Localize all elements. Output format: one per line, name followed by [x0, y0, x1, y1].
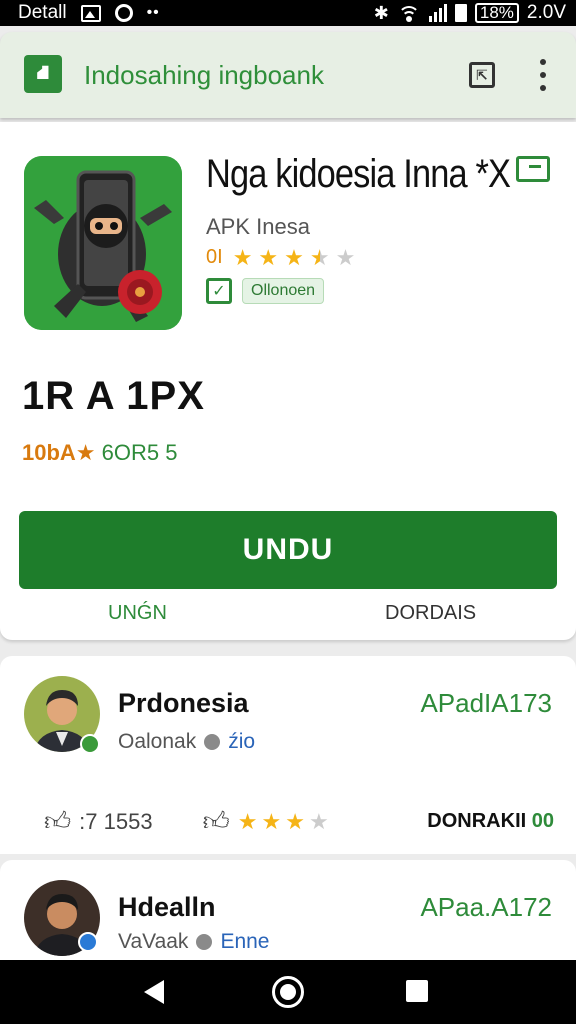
badge-row: ✓ Ollonoen	[206, 278, 325, 304]
verified-badge-icon	[78, 932, 98, 952]
status-time: 2.0V	[526, 2, 566, 23]
reviewer-name: Hdealln	[118, 892, 216, 922]
wifi-icon	[397, 4, 421, 22]
review-stars: ★ ★ ★ ★	[237, 808, 329, 834]
review-app-label: APaa.A172	[420, 892, 552, 922]
more-dots-icon: ••	[146, 4, 160, 21]
price-label: 1R A 1PX	[22, 374, 205, 418]
developer-name[interactable]: APK Inesa	[206, 214, 310, 240]
review-action-label: DONRAKII	[427, 810, 527, 832]
install-button[interactable]: UNDU	[19, 511, 557, 589]
image-icon	[80, 4, 101, 22]
reviewer-subtitle: Oalonak źio	[118, 730, 255, 754]
navigation-bar	[0, 960, 576, 1024]
reviewer-subtitle: VaVaak Enne	[118, 930, 269, 954]
location-pin-icon	[196, 934, 213, 950]
meta-extra: 6OR5 5	[101, 440, 178, 465]
store-logo-icon: ⛘	[24, 55, 62, 93]
review-action-num: 00	[531, 810, 554, 832]
reviewer-location: źio	[228, 730, 256, 753]
battery-icon	[454, 4, 467, 22]
helpful-count: :7 1553	[79, 808, 153, 834]
wishlist-icon[interactable]	[516, 156, 550, 182]
ninja-mascot-icon	[24, 156, 182, 330]
empty-star-icon: ★	[335, 244, 356, 270]
reviewer-location: Enne	[220, 930, 270, 953]
review-card: Prdonesia Oalonak źio APadIA173 👍︎ :7 15…	[0, 656, 576, 854]
star-icon: ★	[258, 244, 279, 270]
meta-row: 10bA★ 6OR5 5	[22, 440, 177, 466]
check-icon: ✓	[206, 278, 232, 304]
signal-icon	[428, 4, 447, 22]
battery-percent: 18%	[474, 3, 519, 23]
reviewer-handle: VaVaak	[118, 930, 189, 953]
app-name: Nga kidoesia Inna *X	[206, 152, 511, 196]
empty-star-icon: ★	[308, 808, 329, 834]
app-bar: ⛘ Indosahing ingboank ⇱	[0, 32, 576, 118]
review-footer: 👍︎ :7 1553 👍︎ ★ ★ ★ ★ DONRAKII 00	[44, 806, 554, 837]
thumbs-up-icon[interactable]: 👍︎	[44, 806, 71, 837]
star-icon: ★	[261, 808, 282, 834]
meta-rating: 10bA★	[22, 440, 96, 465]
bluetooth-icon: ✱	[373, 2, 389, 23]
verified-badge-icon	[80, 734, 100, 754]
open-external-icon[interactable]: ⇱	[469, 62, 495, 88]
review-app-label: APadIA173	[420, 688, 552, 718]
star-icon: ★	[284, 244, 304, 270]
location-pin-icon	[204, 734, 221, 750]
reviewer-name: Prdonesia	[118, 688, 249, 718]
recents-icon[interactable]	[406, 980, 428, 1002]
carrier-label: Detall	[18, 2, 67, 23]
rating-value: 0I	[206, 246, 223, 268]
reviewer-handle: Oalonak	[118, 730, 197, 753]
app-detail-card: Nga kidoesia Inna *X APK Inesa 0I ★ ★ ★ …	[0, 122, 576, 640]
app-rating: 0I ★ ★ ★ ★ ★	[206, 246, 355, 269]
review-card: Hdealln VaVaak Enne APaa.A172	[0, 860, 576, 960]
status-bar: Detall •• ✱ 18% 2.0V	[0, 0, 576, 26]
star-icon: ★	[237, 808, 258, 834]
review-action[interactable]: DONRAKII 00	[427, 810, 554, 833]
back-icon[interactable]	[144, 980, 164, 1004]
like-icon[interactable]: 👍︎	[203, 806, 230, 837]
star-icon: ★	[232, 244, 253, 270]
sync-icon	[114, 4, 133, 22]
app-icon	[24, 156, 182, 330]
app-bar-title: Indosahing ingboank	[84, 60, 324, 90]
status-badge: Ollonoen	[242, 278, 325, 304]
tab-right[interactable]: DORDAIS	[385, 602, 476, 625]
star-icon: ★	[285, 808, 305, 834]
home-icon[interactable]	[272, 976, 304, 1008]
tab-left[interactable]: UNǴN	[108, 602, 167, 625]
more-vert-icon[interactable]	[534, 59, 552, 91]
half-star-icon: ★	[309, 244, 330, 270]
